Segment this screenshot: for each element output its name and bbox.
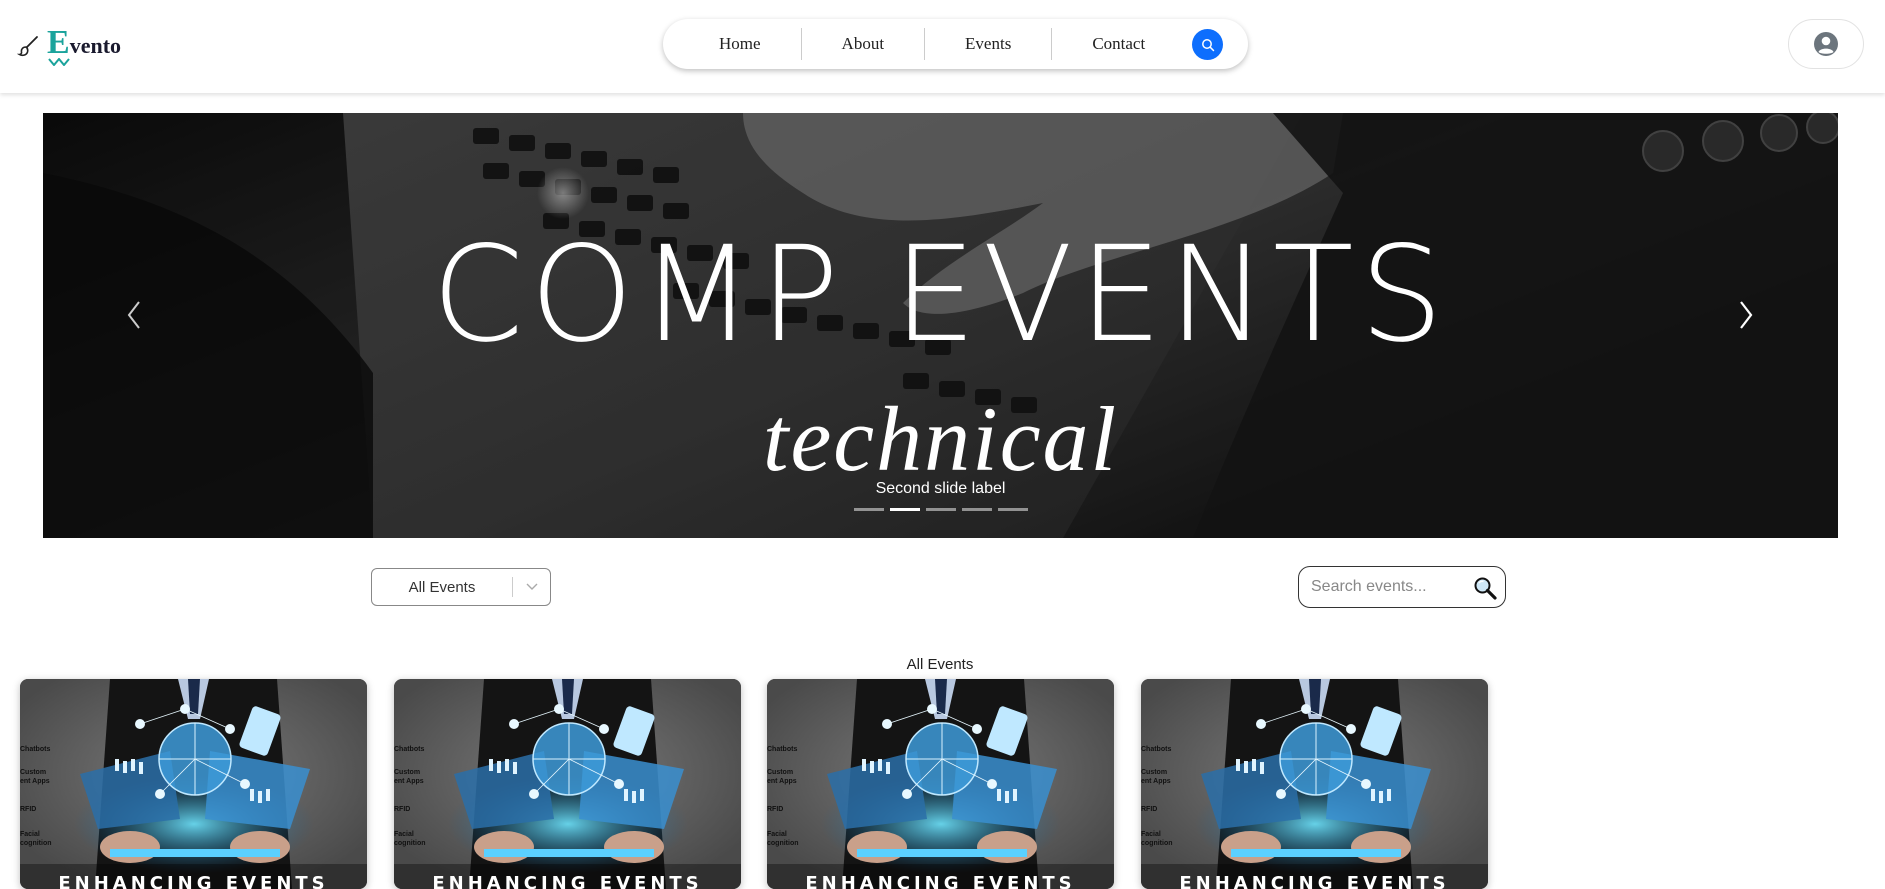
card-tag: Facial [767, 831, 787, 838]
card-banner-text: ENHANCING EVENTS [432, 873, 703, 889]
magnifier-icon[interactable] [1473, 576, 1497, 600]
card-banner-text: ENHANCING EVENTS [805, 873, 1076, 889]
slide-subtitle: technical [762, 388, 1119, 490]
card-tag: ent Apps [394, 778, 424, 785]
chevron-down-icon [526, 583, 537, 590]
card-tag: Custom [767, 769, 794, 776]
nav-home[interactable]: Home [693, 28, 801, 60]
event-card-image [20, 679, 367, 889]
carousel-next-button[interactable] [1731, 295, 1761, 335]
card-tag: Chatbots [1141, 746, 1172, 753]
card-tag: Chatbots [767, 746, 798, 753]
events-section-title: All Events [906, 656, 974, 673]
event-card-image [1141, 679, 1488, 889]
user-avatar-icon [1814, 32, 1838, 56]
card-tag-list: Chatbots Custom ent Apps RFID Facial cog… [20, 745, 52, 848]
nav-search-button[interactable] [1192, 29, 1223, 60]
nav-events[interactable]: Events [925, 28, 1051, 60]
logo-text: Evento [47, 26, 122, 66]
carousel-indicator-active[interactable] [890, 508, 920, 511]
event-search-input[interactable] [1311, 578, 1469, 596]
filter-selected-value: All Events [408, 578, 476, 596]
logo[interactable]: Evento [17, 26, 122, 66]
filter-dropdown-toggle[interactable] [513, 583, 550, 591]
card-tag: cognition [394, 840, 426, 847]
card-tag: ent Apps [20, 778, 50, 785]
chevron-right-icon [1740, 301, 1753, 329]
card-tag-list: Chatbots Custom ent Apps RFID Facial cog… [394, 745, 426, 848]
card-tag: ent Apps [1141, 778, 1171, 785]
carousel-indicator[interactable] [962, 508, 992, 511]
carousel-indicator[interactable] [926, 508, 956, 511]
event-filter-select[interactable]: All Events [371, 568, 551, 606]
brush-icon [17, 36, 38, 57]
card-tag-list: Chatbots Custom ent Apps RFID Facial cog… [767, 745, 799, 848]
carousel-indicators [854, 508, 1028, 511]
card-tag: RFID [20, 806, 37, 813]
carousel-prev-button[interactable] [119, 295, 149, 335]
card-tag: Chatbots [394, 746, 425, 753]
card-tag: RFID [1141, 806, 1158, 813]
nav-about[interactable]: About [802, 28, 925, 60]
main-nav: Home About Events Contact [663, 19, 1248, 69]
card-tag: Chatbots [20, 746, 51, 753]
event-card[interactable]: Chatbots Custom ent Apps RFID Facial cog… [767, 679, 1114, 889]
card-tag: ent Apps [767, 778, 797, 785]
chevron-left-icon [127, 301, 140, 329]
card-tag: Custom [20, 769, 47, 776]
slide-caption: Second slide label [875, 480, 1006, 497]
nav-contact[interactable]: Contact [1052, 28, 1185, 60]
carousel-indicator[interactable] [998, 508, 1028, 511]
search-icon [1201, 38, 1214, 51]
card-tag: Facial [1141, 831, 1161, 838]
event-card[interactable]: Chatbots Custom ent Apps RFID Facial cog… [20, 679, 367, 889]
card-tag: cognition [1141, 840, 1173, 847]
card-tag: RFID [394, 806, 411, 813]
event-search-box [1298, 566, 1506, 608]
card-tag: RFID [767, 806, 784, 813]
event-card[interactable]: Chatbots Custom ent Apps RFID Facial cog… [394, 679, 741, 889]
event-card[interactable]: Chatbots Custom ent Apps RFID Facial cog… [1141, 679, 1488, 889]
card-tag-list: Chatbots Custom ent Apps RFID Facial cog… [1141, 745, 1173, 848]
card-tag: Custom [394, 769, 421, 776]
user-menu-button[interactable] [1788, 19, 1864, 69]
card-tag: cognition [20, 840, 52, 847]
card-tag: Custom [1141, 769, 1168, 776]
card-tag: cognition [767, 840, 799, 847]
site-header: Evento Home About Events Contact [0, 0, 1885, 93]
card-banner-text: ENHANCING EVENTS [58, 873, 329, 889]
event-card-image [767, 679, 1114, 889]
event-card-image [394, 679, 741, 889]
logo-rest: vento [69, 33, 122, 58]
card-banner-text: ENHANCING EVENTS [1179, 873, 1450, 889]
slide-title: COMP EVENTS [431, 218, 1450, 372]
carousel-indicator[interactable] [854, 508, 884, 511]
hero-carousel: COMP EVENTS technical Second slide label [43, 113, 1838, 538]
card-tag: Facial [394, 831, 414, 838]
logo-first-letter: E [47, 24, 70, 61]
logo-wave-icon [48, 58, 70, 66]
card-tag: Facial [20, 831, 40, 838]
